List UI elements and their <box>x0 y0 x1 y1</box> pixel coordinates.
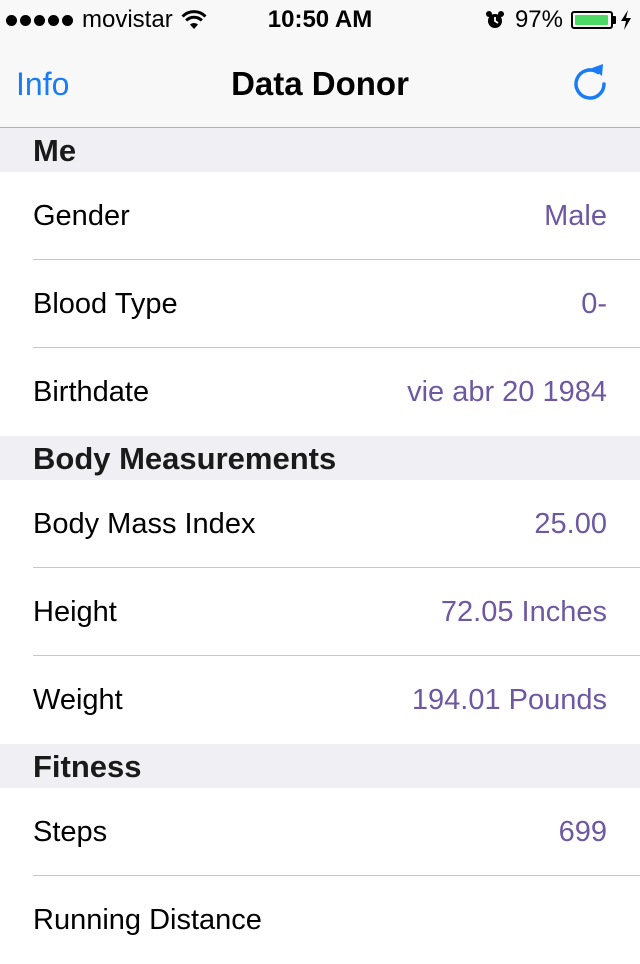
navigation-bar: Info Data Donor <box>0 40 640 128</box>
row-label: Height <box>33 596 117 628</box>
section-header: Fitness <box>0 744 640 788</box>
charging-icon <box>621 10 631 30</box>
list-row[interactable]: Running Distance <box>0 876 640 964</box>
page-title: Data Donor <box>231 65 409 102</box>
row-value: 699 <box>558 816 607 848</box>
row-label: Weight <box>33 684 123 716</box>
row-label: Blood Type <box>33 288 178 320</box>
section-header: Body Measurements <box>0 436 640 480</box>
battery-percent: 97% <box>514 6 563 33</box>
battery-icon <box>571 11 613 29</box>
row-label: Body Mass Index <box>33 508 256 540</box>
refresh-icon <box>574 64 606 100</box>
alarm-icon <box>485 11 504 28</box>
list-row[interactable]: Weight 194.01 Pounds <box>0 656 640 744</box>
row-label: Running Distance <box>33 904 262 936</box>
section-header: Me <box>0 128 640 172</box>
row-label: Gender <box>33 200 130 232</box>
row-value: 0- <box>581 288 607 320</box>
battery-nub <box>613 16 616 24</box>
health-data-list: Me Gender Male Blood Type 0- Birthdate vie abr… <box>0 128 640 964</box>
row-value: 72.05 Inches <box>440 596 607 628</box>
row-label: Birthdate <box>33 376 150 408</box>
list-row[interactable]: Gender Male <box>0 172 640 260</box>
row-value: vie abr 20 1984 <box>407 376 607 408</box>
row-value: 194.01 Pounds <box>411 684 607 716</box>
list-row[interactable]: Blood Type 0- <box>0 260 640 348</box>
list-row[interactable]: Steps 699 <box>0 788 640 876</box>
list-row[interactable]: Body Mass Index 25.00 <box>0 480 640 568</box>
battery-fill <box>575 15 608 25</box>
row-value: 25.00 <box>534 508 607 540</box>
list-row[interactable]: Height 72.05 Inches <box>0 568 640 656</box>
row-label: Steps <box>33 816 108 848</box>
list-row[interactable]: Birthdate vie abr 20 1984 <box>0 348 640 436</box>
refresh-button[interactable] <box>568 60 612 104</box>
status-bar: movistar 10:50 AM 97% <box>0 0 640 40</box>
row-value: Male <box>544 200 607 232</box>
status-right: 97% <box>485 0 632 40</box>
